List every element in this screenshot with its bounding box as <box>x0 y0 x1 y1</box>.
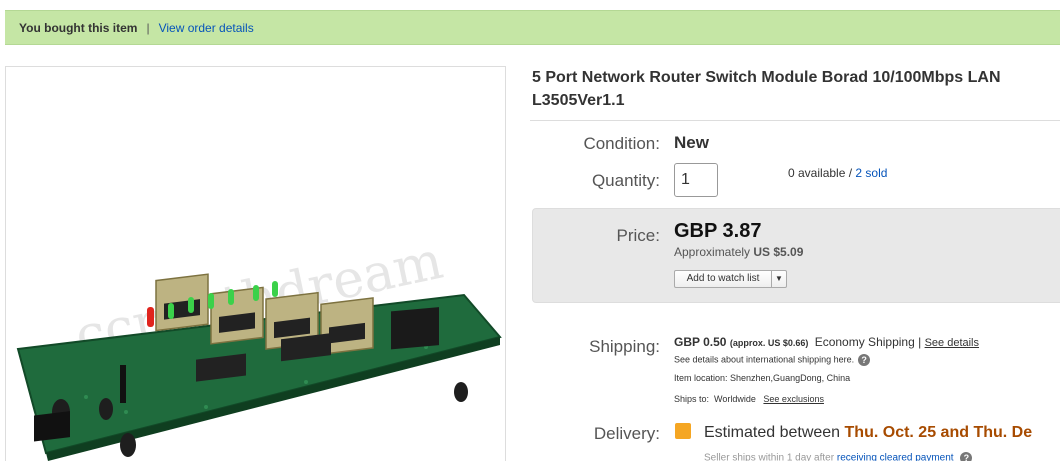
see-exclusions-link[interactable]: See exclusions <box>763 394 824 404</box>
ships-to-label: Ships to: <box>674 394 710 404</box>
title-line-2: L3505Ver1.1 <box>532 92 625 109</box>
title-divider <box>530 120 1060 121</box>
price-value: GBP 3.87 <box>674 220 762 242</box>
chevron-down-icon[interactable]: ▼ <box>771 271 786 287</box>
shipping-label: Shipping: <box>589 337 660 356</box>
banner-separator: | <box>146 21 150 35</box>
ships-to: Ships to: Worldwide See exclusions <box>674 394 824 404</box>
shipping-cost: GBP 0.50 <box>674 335 727 349</box>
shipping-approx: (approx. US $0.66) <box>729 338 809 348</box>
sold-count-link[interactable]: 2 sold <box>855 166 887 180</box>
approx-value: US $5.09 <box>753 245 804 259</box>
shipping-see-details-link[interactable]: See details <box>925 337 979 349</box>
watch-list-label[interactable]: Add to watch list <box>675 271 771 287</box>
price-label: Price: <box>616 226 660 245</box>
cleared-payment-link[interactable]: receiving cleared payment <box>837 453 954 461</box>
quantity-input[interactable] <box>674 163 718 197</box>
shipping-service: Economy Shipping <box>814 335 915 349</box>
intl-shipping-note: See details about international shipping… <box>674 354 871 366</box>
intl-shipping-text: See details about international shipping… <box>674 354 855 365</box>
bought-text: You bought this item <box>19 21 138 35</box>
title-line-1: 5 Port Network Router Switch Module Bora… <box>532 69 1001 86</box>
seller-text: Seller ships within 1 day after <box>704 452 835 461</box>
availability-slash: / <box>845 166 856 180</box>
help-icon[interactable]: ? <box>960 452 973 461</box>
product-image[interactable]: ccrugthdream <box>5 66 506 461</box>
approx-price: Approximately US $5.09 <box>674 245 803 259</box>
availability: 0 available / 2 sold <box>788 166 887 180</box>
shipping-divider: | <box>918 335 922 349</box>
ships-to-value: Worldwide <box>714 394 756 404</box>
condition-value: New <box>674 133 709 152</box>
available-count: 0 available <box>788 166 846 180</box>
item-location: Item location: Shenzhen,GuangDong, China <box>674 373 851 383</box>
approx-prefix: Approximately <box>674 245 751 259</box>
purchase-banner: You bought this item | View order details <box>5 10 1060 45</box>
seller-handling: Seller ships within 1 day after receivin… <box>704 452 973 461</box>
delivery-prefix: Estimated between <box>704 424 841 441</box>
shipping-summary: GBP 0.50 (approx. US $0.66) Economy Ship… <box>674 335 979 349</box>
product-title: 5 Port Network Router Switch Module Bora… <box>532 66 1060 112</box>
view-order-link[interactable]: View order details <box>159 21 254 35</box>
delivery-dates: Thu. Oct. 25 and Thu. De <box>844 424 1033 441</box>
help-icon[interactable]: ? <box>858 354 871 366</box>
watch-list-button[interactable]: Add to watch list ▼ <box>674 270 787 288</box>
delivery-estimate: Estimated between Thu. Oct. 25 and Thu. … <box>704 424 1032 442</box>
condition-label: Condition: <box>583 134 660 153</box>
flag-icon <box>675 423 691 439</box>
delivery-label: Delivery: <box>593 424 660 443</box>
quantity-label: Quantity: <box>591 171 660 190</box>
router-board-image: ccrugthdream <box>16 231 502 461</box>
